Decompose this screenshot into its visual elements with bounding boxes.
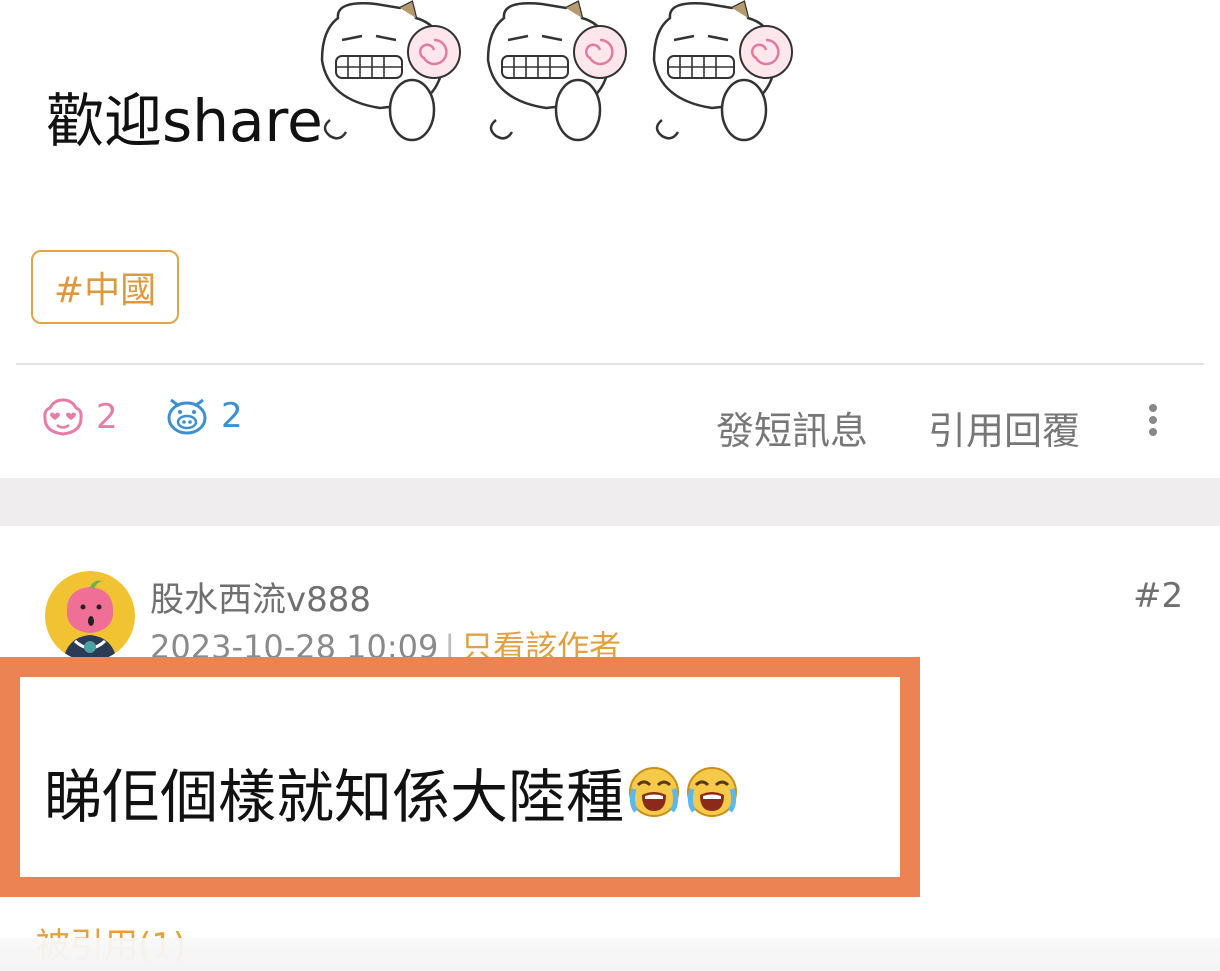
divider — [16, 363, 1204, 365]
sticker-row — [316, 0, 806, 148]
reply-body-text: 睇佢個樣就知係大陸種 — [44, 763, 625, 831]
pig-face-icon — [167, 398, 207, 435]
post-action-bar: 2 2 發短訊息 引用回覆 — [0, 370, 1220, 478]
grimace-sticker — [652, 0, 793, 142]
like-count: 2 — [96, 397, 118, 437]
pig-reaction-button[interactable]: 2 — [165, 396, 243, 436]
bottom-overlay — [0, 938, 1220, 971]
more-vertical-icon[interactable] — [1141, 404, 1165, 440]
post-body-text: 歡迎share — [46, 87, 323, 155]
quote-reply-button[interactable]: 引用回覆 — [928, 400, 1080, 455]
avatar[interactable] — [45, 571, 135, 661]
like-reaction-button[interactable]: 2 — [42, 396, 118, 438]
author-name[interactable]: 股水西流v888 — [150, 572, 371, 621]
crying-face-icon — [687, 767, 738, 817]
send-message-button[interactable]: 發短訊息 — [716, 400, 868, 455]
pig-count: 2 — [221, 396, 243, 436]
crying-face-icon — [629, 767, 680, 817]
section-separator — [0, 478, 1220, 526]
heart-eyes-icon — [43, 398, 83, 436]
post-number: #2 — [1133, 576, 1184, 616]
grimace-sticker — [486, 0, 627, 142]
reply-body: 睇佢個樣就知係大陸種 — [44, 750, 740, 834]
grimace-sticker — [320, 0, 461, 142]
hashtag-chip[interactable]: #中國 — [31, 250, 179, 324]
